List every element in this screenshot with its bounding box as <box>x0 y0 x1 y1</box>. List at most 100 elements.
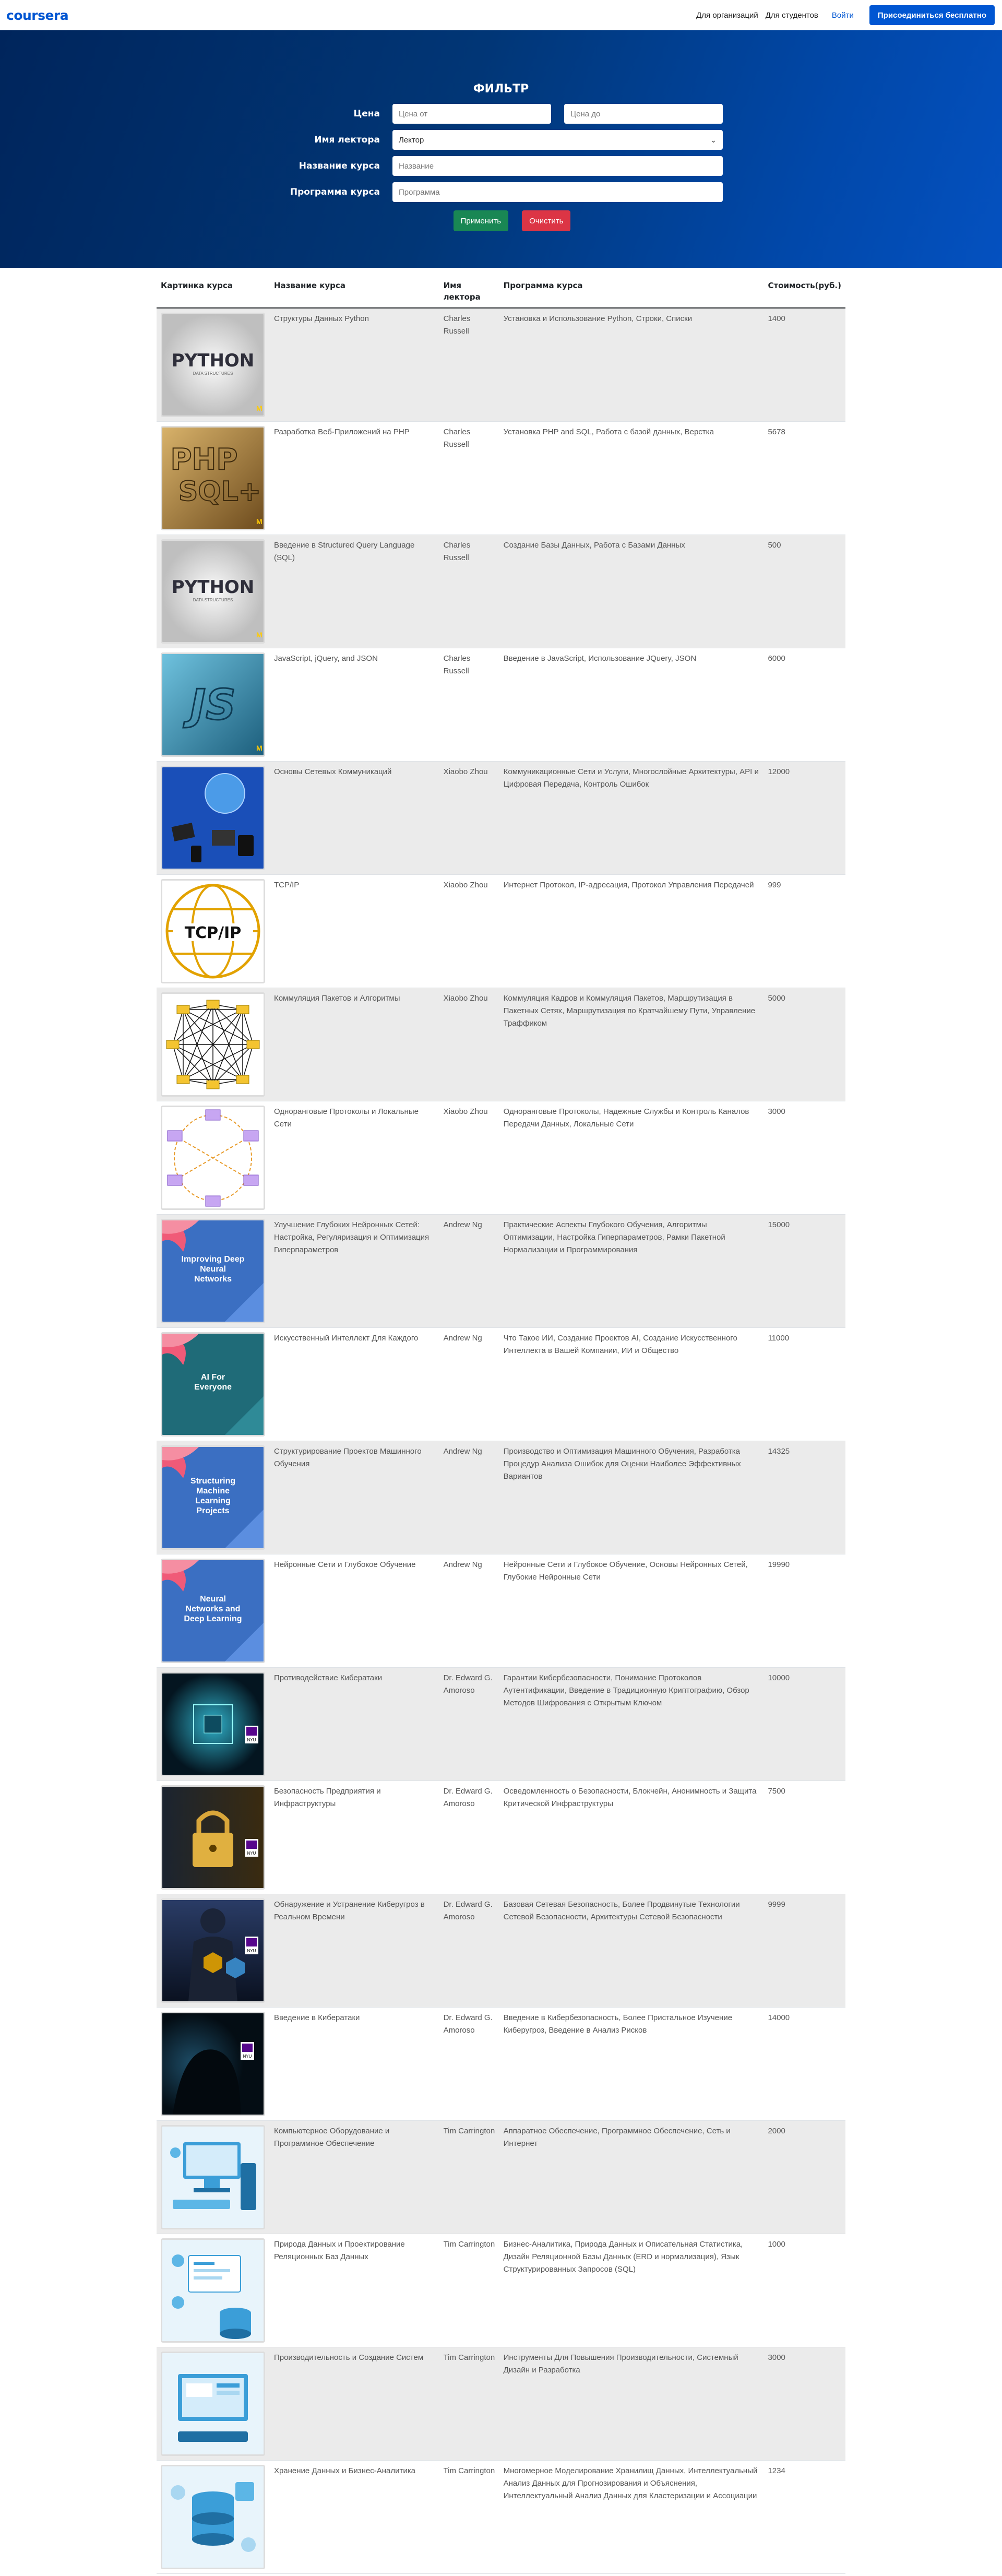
filter-title: ФИЛЬТР <box>473 82 529 96</box>
course-program: Коммуникационные Сети и Услуги, Многосло… <box>499 761 764 875</box>
table-row: PYTHON DATA STRUCTURES M Введение в Struct… <box>157 535 845 648</box>
apply-button[interactable]: Применить <box>453 210 509 231</box>
course-lecturer: Tim Carrington <box>439 2234 499 2347</box>
svg-text:Neural: Neural <box>200 1265 226 1274</box>
course-name-input[interactable]: Название <box>392 156 723 176</box>
table-row: Neural Networks and Deep Learning Нейронны… <box>157 1554 845 1668</box>
price-to-input[interactable]: Цена до <box>564 104 723 124</box>
course-image-cell: PYTHON DATA STRUCTURES M <box>157 307 270 422</box>
course-image-cell <box>157 2460 270 2574</box>
course-lecturer: Tim Carrington <box>439 2460 499 2574</box>
course-price: 14325 <box>764 1441 845 1554</box>
svg-text:Networks: Networks <box>194 1275 232 1284</box>
course-image <box>161 765 265 870</box>
course-program: Практические Аспекты Глубокого Обучения,… <box>499 1214 764 1328</box>
course-lecturer: Tim Carrington <box>439 2120 499 2234</box>
course-price: 6000 <box>764 648 845 762</box>
course-image-cell: NYU <box>157 2007 270 2121</box>
course-program: Что Такое ИИ, Создание Проектов AI, Созд… <box>499 1327 764 1441</box>
course-image-cell <box>157 988 270 1101</box>
course-program: Многомерное Моделирование Хранилищ Данны… <box>499 2460 764 2574</box>
course-name: Одноранговые Протоколы и Локальные Сети <box>269 1101 439 1215</box>
course-image-cell <box>157 2347 270 2461</box>
table-body: PYTHON DATA STRUCTURES M Структуры Данных … <box>157 307 845 2574</box>
course-price: 2000 <box>764 2120 845 2234</box>
course-name: TCP/IP <box>269 874 439 988</box>
course-image: PHP SQL+ M <box>161 425 265 530</box>
program-label: Программа курса <box>290 187 380 197</box>
course-image <box>161 992 265 1097</box>
lecturer-select[interactable]: Лектор ⌄ <box>392 130 723 150</box>
course-price: 11000 <box>764 1327 845 1441</box>
course-image-cell <box>157 2120 270 2234</box>
course-name: Производительность и Создание Систем <box>269 2347 439 2461</box>
course-image-cell: JS M <box>157 648 270 762</box>
header-course-name: Название курса <box>269 275 439 308</box>
course-name: Хранение Данных и Бизнес-Аналитика <box>269 2460 439 2574</box>
course-price: 19990 <box>764 1554 845 1668</box>
course-price: 1400 <box>764 307 845 422</box>
nav-link-organizations[interactable]: Для организаций <box>696 11 758 20</box>
header-lecturer: Имя лектора <box>439 275 499 308</box>
course-name: Коммуляция Пакетов и Алгоритмы <box>269 988 439 1101</box>
coursera-logo[interactable]: coursera <box>6 8 69 23</box>
course-lecturer: Andrew Ng <box>439 1327 499 1441</box>
svg-text:M: M <box>256 404 263 412</box>
header-price: Стоимость(руб.) <box>764 275 845 308</box>
table-row: Structuring Machine Learning Projects Струк… <box>157 1441 845 1554</box>
course-name-row: Название курса Название <box>0 153 1002 179</box>
course-lecturer: Charles Russell <box>439 421 499 535</box>
course-image: Neural Networks and Deep Learning <box>161 1558 265 1663</box>
course-image-cell: PHP SQL+ M <box>157 421 270 535</box>
svg-text:PYTHON: PYTHON <box>172 577 255 598</box>
course-image: AI For Everyone <box>161 1332 265 1437</box>
course-image-cell <box>157 1101 270 1215</box>
course-image: NYU <box>161 1898 265 2003</box>
svg-text:Neural: Neural <box>200 1595 226 1604</box>
header-image: Картинка курса <box>157 275 270 308</box>
course-image-cell: NYU <box>157 1894 270 2008</box>
svg-text:DATA STRUCTURES: DATA STRUCTURES <box>193 598 233 602</box>
lecturer-label: Имя лектора <box>314 135 380 145</box>
join-free-button[interactable]: Присоединиться бесплатно <box>869 5 995 25</box>
svg-text:Networks and: Networks and <box>186 1605 241 1613</box>
course-lecturer: Andrew Ng <box>439 1214 499 1328</box>
course-program: Базовая Сетевая Безопасность, Более Прод… <box>499 1894 764 2008</box>
svg-text:NYU: NYU <box>243 2054 252 2059</box>
price-from-input[interactable]: Цена от <box>392 104 551 124</box>
courses-table-wrapper: Картинка курса Название курса Имя лектор… <box>157 275 845 2574</box>
svg-text:Projects: Projects <box>196 1506 229 1515</box>
svg-text:SQL+: SQL+ <box>178 476 261 507</box>
table-row: Производительность и Создание Систем Tim… <box>157 2347 845 2461</box>
course-image <box>161 1105 265 1210</box>
program-input[interactable]: Программа <box>392 182 723 202</box>
filter-panel: ФИЛЬТР Цена Цена от Цена до Имя лектора … <box>0 30 1002 268</box>
course-image-cell: Structuring Machine Learning Projects <box>157 1441 270 1554</box>
course-name-label: Название курса <box>299 161 380 171</box>
course-price: 3000 <box>764 1101 845 1215</box>
top-navbar: coursera Для организаций Для студентов В… <box>0 0 1002 30</box>
svg-text:PHP: PHP <box>171 443 238 477</box>
course-price: 500 <box>764 535 845 648</box>
svg-text:M: M <box>256 517 263 526</box>
top-nav: Для организаций Для студентов Войти Прис… <box>689 5 995 25</box>
course-name: Основы Сетевых Коммуникаций <box>269 761 439 875</box>
course-name: Структуры Данных Python <box>269 307 439 422</box>
login-link[interactable]: Войти <box>832 11 854 20</box>
course-program: Введение в JavaScript, Использование JQu… <box>499 648 764 762</box>
course-price: 15000 <box>764 1214 845 1328</box>
nav-link-students[interactable]: Для студентов <box>766 11 818 20</box>
table-row: Improving Deep Neural Networks Улучшение Г… <box>157 1214 845 1328</box>
course-image-cell: Improving Deep Neural Networks <box>157 1214 270 1328</box>
course-image: JS M <box>161 652 265 757</box>
svg-text:AI For: AI For <box>201 1373 225 1382</box>
svg-text:M: M <box>256 744 263 752</box>
svg-text:PYTHON: PYTHON <box>172 350 255 371</box>
course-lecturer: Dr. Edward G. Amoroso <box>439 2007 499 2121</box>
course-image <box>161 2464 265 2569</box>
course-lecturer: Xiaobo Zhou <box>439 761 499 875</box>
clear-button[interactable]: Очистить <box>522 210 571 231</box>
course-image-cell: NYU <box>157 1667 270 1781</box>
table-row: JS M JavaScript, jQuery, and JSON Charles… <box>157 648 845 762</box>
table-row: NYU Введение в Кибератаки Dr. Edward G. … <box>157 2007 845 2121</box>
